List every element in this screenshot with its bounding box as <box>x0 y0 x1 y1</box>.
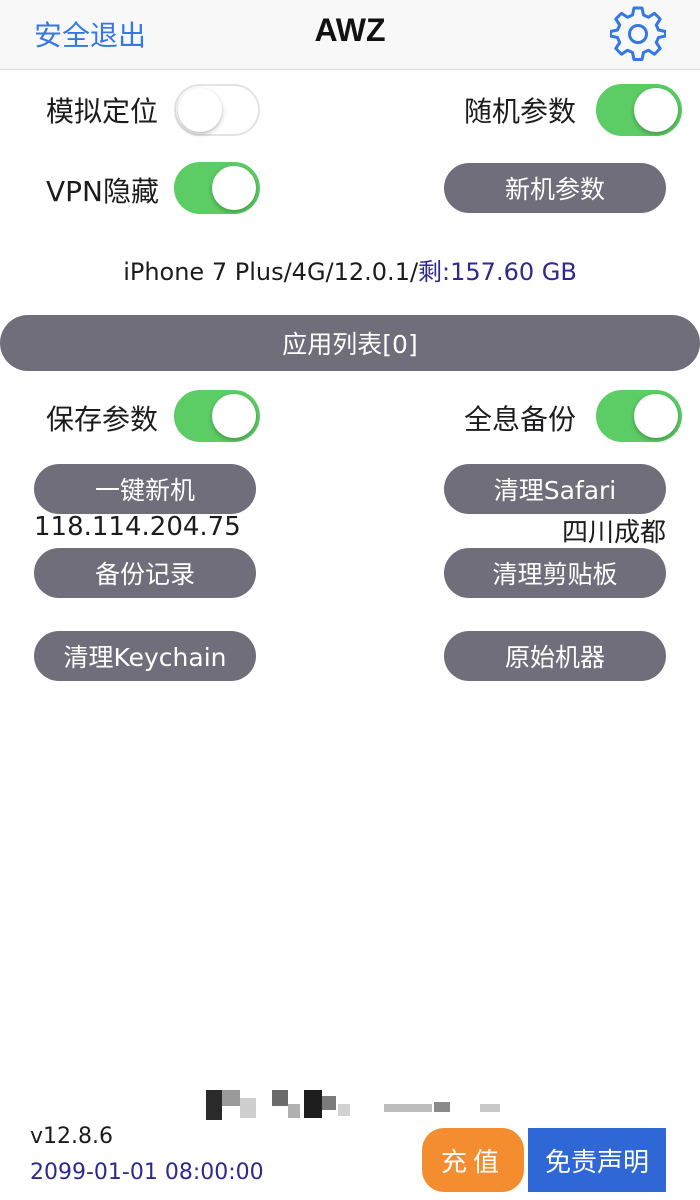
app-list-bar[interactable]: 应用列表[0] <box>0 315 700 371</box>
original-device-button[interactable]: 原始机器 <box>444 631 666 681</box>
clear-clipboard-button[interactable]: 清理剪贴板 <box>444 548 666 598</box>
toggle-knob <box>212 166 256 210</box>
save-params-toggle[interactable] <box>174 390 260 442</box>
toggle-knob <box>634 394 678 438</box>
save-params-label: 保存参数 <box>46 403 159 436</box>
remaining-storage: 157.60 GB <box>450 258 577 286</box>
one-click-new-button[interactable]: 一键新机 <box>34 464 256 514</box>
disclaimer-button[interactable]: 免责声明 <box>528 1128 666 1192</box>
random-params-toggle[interactable] <box>596 84 682 136</box>
vpn-hide-toggle[interactable] <box>174 162 260 214</box>
nav-bar: 安全退出 AWZ <box>0 0 700 70</box>
remaining-label: 剩: <box>418 258 451 286</box>
gear-icon[interactable] <box>610 6 666 62</box>
device-info: iPhone 7 Plus/4G/12.0.1/剩:157.60 GB <box>0 252 700 287</box>
full-backup-label: 全息备份 <box>464 403 577 436</box>
device-info-text: iPhone 7 Plus/4G/12.0.1/ <box>123 258 419 286</box>
mock-location-toggle[interactable] <box>174 84 260 136</box>
page-title: AWZ <box>314 12 386 48</box>
clear-safari-button[interactable]: 清理Safari <box>444 464 666 514</box>
random-params-label: 随机参数 <box>464 95 577 128</box>
toggle-knob <box>634 88 678 132</box>
expiry-date: 2099-01-01 08:00:00 <box>30 1160 264 1185</box>
backup-records-button[interactable]: 备份记录 <box>34 548 256 598</box>
full-backup-toggle[interactable] <box>596 390 682 442</box>
region-label: 四川成都 <box>561 518 666 548</box>
recharge-button[interactable]: 充值 <box>422 1128 524 1192</box>
new-device-params-button[interactable]: 新机参数 <box>444 163 666 213</box>
mock-location-label: 模拟定位 <box>46 95 159 128</box>
clear-keychain-button[interactable]: 清理Keychain <box>34 631 256 681</box>
toggle-knob <box>212 394 256 438</box>
ip-address: 118.114.204.75 <box>34 512 241 542</box>
toggle-knob <box>178 88 222 132</box>
vpn-hide-label: VPN隐藏 <box>46 175 159 208</box>
version-label: v12.8.6 <box>30 1124 113 1149</box>
